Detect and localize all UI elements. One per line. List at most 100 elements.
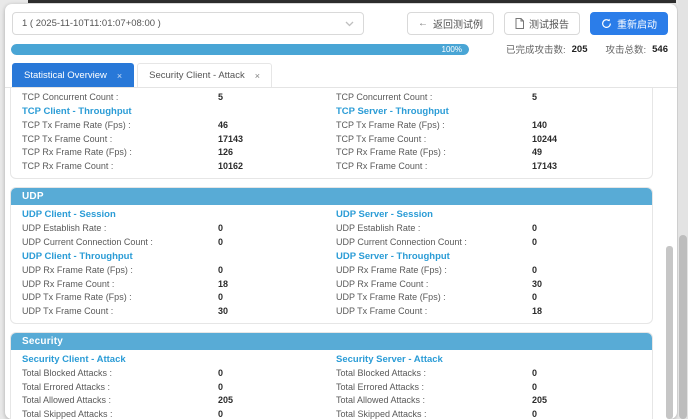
tab-statistical-overview[interactable]: Statistical Overview ×: [12, 63, 134, 87]
stats-column-left: UDP Client - SessionUDP Establish Rate :…: [22, 207, 332, 318]
stat-label: UDP Tx Frame Count :: [336, 306, 532, 316]
stat-label: UDP Rx Frame Count :: [22, 279, 218, 289]
stat-row: UDP Establish Rate :0: [336, 222, 642, 236]
stat-label: TCP Rx Frame Count :: [336, 161, 532, 171]
stat-label: UDP Rx Frame Count :: [336, 279, 532, 289]
stat-row: TCP Tx Frame Count :17143: [22, 132, 332, 146]
section-title: UDP: [11, 188, 652, 205]
stat-value: 17143: [532, 161, 557, 171]
stat-value: 0: [218, 292, 223, 302]
stat-value: 30: [218, 306, 228, 316]
stats-card: UDPUDP Client - SessionUDP Establish Rat…: [10, 187, 653, 324]
group-subheader: UDP Client - Session: [22, 208, 332, 222]
stat-row: Total Allowed Attacks :205: [22, 394, 332, 408]
test-report-label: 测试报告: [529, 16, 569, 31]
stat-value: 0: [218, 223, 223, 233]
tab-security-client-attack-label: Security Client - Attack: [149, 70, 245, 81]
stat-row: TCP Tx Frame Rate (Fps) :46: [22, 119, 332, 133]
stat-label: TCP Rx Frame Rate (Fps) :: [22, 147, 218, 157]
stat-row: Total Blocked Attacks :0: [336, 367, 642, 381]
tab-security-client-attack[interactable]: Security Client - Attack ×: [137, 63, 272, 87]
stat-value: 46: [218, 120, 228, 130]
stat-label: TCP Rx Frame Count :: [22, 161, 218, 171]
tab-close-icon[interactable]: ×: [117, 71, 122, 81]
stat-row: UDP Rx Frame Count :30: [336, 277, 642, 291]
stat-row: Total Skipped Attacks :0: [22, 407, 332, 419]
stat-value: 5: [532, 92, 537, 102]
back-to-testcase-button[interactable]: ← 返回测试例: [407, 12, 494, 35]
stat-label: UDP Establish Rate :: [336, 223, 532, 233]
chevron-down-icon: [345, 21, 354, 27]
stat-label: TCP Tx Frame Rate (Fps) :: [22, 120, 218, 130]
stats-card: TCP Concurrent Count :5TCP Client - Thro…: [10, 88, 653, 179]
group-subheader: TCP Client - Throughput: [22, 105, 332, 119]
stat-value: 0: [218, 382, 223, 392]
stat-label: UDP Establish Rate :: [22, 223, 218, 233]
stat-value: 0: [532, 265, 537, 275]
stat-value: 0: [218, 409, 223, 419]
test-report-button[interactable]: 测试报告: [504, 12, 580, 35]
stat-row: UDP Current Connection Count :0: [22, 235, 332, 249]
group-subheader: UDP Client - Throughput: [22, 250, 332, 264]
stats-column-right: Security Server - AttackTotal Blocked At…: [332, 352, 642, 419]
stat-value: 140: [532, 120, 547, 130]
stat-value: 0: [218, 265, 223, 275]
stat-value: 0: [532, 223, 537, 233]
stat-value: 17143: [218, 134, 243, 144]
content-scrollbar-thumb[interactable]: [666, 246, 673, 419]
stat-value: 0: [218, 368, 223, 378]
stat-row: UDP Rx Frame Count :18: [22, 277, 332, 291]
tab-close-icon[interactable]: ×: [255, 71, 260, 81]
page-scrollbar-thumb[interactable]: [679, 235, 687, 419]
stat-label: Total Allowed Attacks :: [22, 395, 218, 405]
stat-label: Total Errored Attacks :: [336, 382, 532, 392]
attack-progress-bar: 100%: [11, 44, 469, 55]
stat-value: 0: [532, 237, 537, 247]
document-icon: [515, 18, 524, 29]
stat-row: TCP Rx Frame Count :17143: [336, 159, 642, 173]
stat-value: 30: [532, 279, 542, 289]
stat-row: TCP Rx Frame Rate (Fps) :49: [336, 146, 642, 160]
stat-value: 205: [532, 395, 547, 405]
stat-label: UDP Tx Frame Rate (Fps) :: [22, 292, 218, 302]
section-title: Security: [11, 333, 652, 350]
stat-row: TCP Concurrent Count :5: [336, 90, 642, 104]
back-to-testcase-label: 返回测试例: [433, 16, 483, 31]
stat-label: UDP Rx Frame Rate (Fps) :: [336, 265, 532, 275]
stat-value: 49: [532, 147, 542, 157]
stat-label: TCP Concurrent Count :: [22, 92, 218, 102]
stat-label: Total Blocked Attacks :: [336, 368, 532, 378]
group-subheader: Security Client - Attack: [22, 353, 332, 367]
stat-value: 5: [218, 92, 223, 102]
tab-statistical-overview-label: Statistical Overview: [24, 70, 107, 81]
stat-row: UDP Establish Rate :0: [22, 222, 332, 236]
stats-content[interactable]: TCP Concurrent Count :5TCP Client - Thro…: [5, 88, 677, 419]
stat-value: 18: [218, 279, 228, 289]
stat-label: TCP Tx Frame Count :: [22, 134, 218, 144]
stat-row: TCP Concurrent Count :5: [22, 90, 332, 104]
page-scrollbar: [678, 0, 688, 419]
stats-card: SecuritySecurity Client - AttackTotal Bl…: [10, 332, 653, 419]
stat-row: Total Errored Attacks :0: [336, 380, 642, 394]
restart-icon: [601, 18, 612, 29]
test-run-select-value: 1 ( 2025-11-10T11:01:07+08:00 ): [22, 18, 161, 29]
restart-label: 重新启动: [617, 16, 657, 31]
completed-attacks-value: 205: [572, 44, 588, 55]
stat-value: 0: [532, 292, 537, 302]
stat-row: TCP Rx Frame Rate (Fps) :126: [22, 146, 332, 160]
stat-row: UDP Tx Frame Rate (Fps) :0: [22, 291, 332, 305]
restart-button[interactable]: 重新启动: [590, 12, 668, 35]
stat-label: Total Skipped Attacks :: [22, 409, 218, 419]
attack-progress-fill: 100%: [11, 44, 469, 55]
browser-edge-strip: [28, 0, 676, 3]
stat-value: 0: [532, 409, 537, 419]
stat-label: Total Blocked Attacks :: [22, 368, 218, 378]
test-run-select[interactable]: 1 ( 2025-11-10T11:01:07+08:00 ): [12, 12, 364, 35]
stat-label: UDP Rx Frame Rate (Fps) :: [22, 265, 218, 275]
stat-row: TCP Rx Frame Count :10162: [22, 159, 332, 173]
total-attacks-label: 攻击总数:: [606, 42, 647, 56]
stat-value: 0: [532, 368, 537, 378]
stats-column-left: Security Client - AttackTotal Blocked At…: [22, 352, 332, 419]
stat-row: UDP Rx Frame Rate (Fps) :0: [22, 264, 332, 278]
stat-value: 0: [218, 237, 223, 247]
